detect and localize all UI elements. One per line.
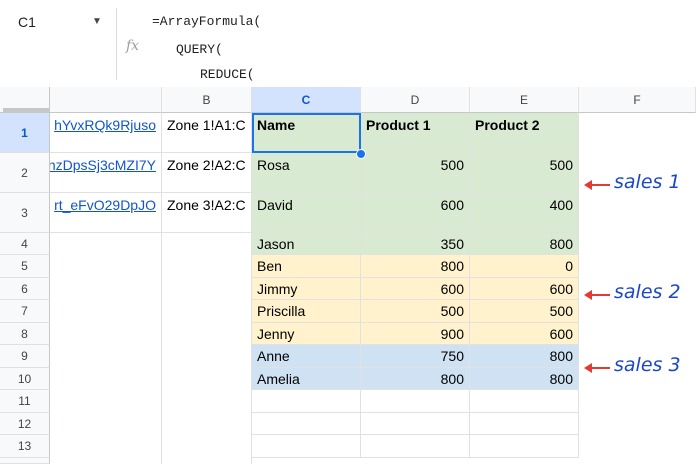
- formula-line-2[interactable]: QUERY(: [176, 42, 223, 57]
- name-cell[interactable]: Rosa: [252, 153, 361, 193]
- product-2-cell[interactable]: 800: [470, 368, 579, 390]
- link-cell[interactable]: nzDpsSj3cMZI7Y: [50, 153, 162, 193]
- empty-cells-b: [162, 233, 252, 464]
- product-2-cell[interactable]: 0: [470, 255, 579, 278]
- select-all-corner[interactable]: [0, 87, 50, 113]
- formula-bar: C1 ▼ fx =ArrayFormula( QUERY( REDUCE(: [0, 0, 696, 88]
- product-2-cell[interactable]: 400: [470, 193, 579, 233]
- annotation-sales-1: sales 1: [614, 171, 681, 193]
- product-2-cell[interactable]: 500: [470, 153, 579, 193]
- product-1-cell[interactable]: 900: [361, 323, 470, 345]
- annotation-sales-2: sales 2: [614, 281, 681, 303]
- column-header-c[interactable]: C: [252, 87, 361, 113]
- row-header-5[interactable]: 5: [0, 255, 50, 278]
- fx-icon: fx: [126, 38, 140, 54]
- row-header-1[interactable]: 1: [0, 113, 50, 153]
- range-cell[interactable]: Zone 1!A1:C: [162, 113, 252, 153]
- empty-cell[interactable]: [252, 390, 361, 413]
- header-cell-product-1[interactable]: Product 1: [361, 113, 470, 153]
- header-cell-name[interactable]: Name: [252, 113, 361, 153]
- header-cell-product-2[interactable]: Product 2: [470, 113, 579, 153]
- product-1-cell[interactable]: 600: [361, 193, 470, 233]
- row-header-2[interactable]: 2: [0, 153, 50, 193]
- link-cell[interactable]: rt_eFvO29DpJO: [50, 193, 162, 233]
- link-cell[interactable]: hYvxRQk9Rjuso: [50, 113, 162, 153]
- name-cell[interactable]: Priscilla: [252, 300, 361, 323]
- name-box[interactable]: C1: [18, 14, 36, 30]
- fill-handle[interactable]: [356, 149, 366, 159]
- formula-bar-divider: [116, 8, 117, 80]
- empty-cell[interactable]: [361, 413, 470, 435]
- row-header-14[interactable]: [0, 458, 50, 464]
- row-header-9[interactable]: 9: [0, 345, 50, 368]
- name-cell[interactable]: Amelia: [252, 368, 361, 390]
- product-1-cell[interactable]: 350: [361, 233, 470, 255]
- row-header-12[interactable]: 12: [0, 413, 50, 435]
- name-box-dropdown-icon[interactable]: ▼: [92, 16, 102, 27]
- product-1-cell[interactable]: 800: [361, 255, 470, 278]
- empty-cell[interactable]: [470, 390, 579, 413]
- row-header-3[interactable]: 3: [0, 193, 50, 233]
- row-header-4[interactable]: 4: [0, 233, 50, 255]
- row-header-7[interactable]: 7: [0, 300, 50, 323]
- product-2-cell[interactable]: 500: [470, 300, 579, 323]
- row-header-13[interactable]: 13: [0, 435, 50, 458]
- product-1-cell[interactable]: 750: [361, 345, 470, 368]
- name-cell[interactable]: David: [252, 193, 361, 233]
- annotation-sales-3: sales 3: [614, 354, 681, 376]
- row-header-10[interactable]: 10: [0, 368, 50, 390]
- formula-line-3[interactable]: REDUCE(: [200, 67, 255, 82]
- empty-cell[interactable]: [252, 435, 361, 458]
- column-header-e[interactable]: E: [470, 87, 579, 113]
- name-cell[interactable]: Anne: [252, 345, 361, 368]
- column-header-d[interactable]: D: [361, 87, 470, 113]
- name-cell[interactable]: Jenny: [252, 323, 361, 345]
- range-cell[interactable]: Zone 3!A2:C: [162, 193, 252, 233]
- formula-line-1[interactable]: =ArrayFormula(: [152, 14, 261, 29]
- range-cell[interactable]: Zone 2!A2:C: [162, 153, 252, 193]
- row-header-6[interactable]: 6: [0, 278, 50, 300]
- column-header-b[interactable]: B: [162, 87, 252, 113]
- product-1-cell[interactable]: 800: [361, 368, 470, 390]
- name-cell[interactable]: Jimmy: [252, 278, 361, 300]
- red-arrow-icon: [584, 180, 610, 190]
- empty-cell[interactable]: [470, 435, 579, 458]
- product-2-cell[interactable]: 600: [470, 323, 579, 345]
- product-1-cell[interactable]: 600: [361, 278, 470, 300]
- column-header-a[interactable]: [50, 87, 162, 113]
- product-1-cell[interactable]: 500: [361, 300, 470, 323]
- red-arrow-icon: [584, 290, 610, 300]
- product-2-cell[interactable]: 800: [470, 345, 579, 368]
- product-2-cell[interactable]: 800: [470, 233, 579, 255]
- product-2-cell[interactable]: 600: [470, 278, 579, 300]
- row-header-8[interactable]: 8: [0, 323, 50, 345]
- product-1-cell[interactable]: 500: [361, 153, 470, 193]
- empty-cell[interactable]: [361, 435, 470, 458]
- red-arrow-icon: [584, 363, 610, 373]
- empty-cell[interactable]: [252, 413, 361, 435]
- empty-cell[interactable]: [470, 413, 579, 435]
- empty-cells-a: [50, 233, 162, 464]
- spreadsheet-grid: B C D E F 1 2 3 4 5 6 7 8 9 10 11 12 13 …: [0, 87, 696, 464]
- column-header-f[interactable]: F: [579, 87, 696, 113]
- row-header-11[interactable]: 11: [0, 390, 50, 413]
- name-cell[interactable]: Ben: [252, 255, 361, 278]
- empty-cell[interactable]: [361, 390, 470, 413]
- name-cell[interactable]: Jason: [252, 233, 361, 255]
